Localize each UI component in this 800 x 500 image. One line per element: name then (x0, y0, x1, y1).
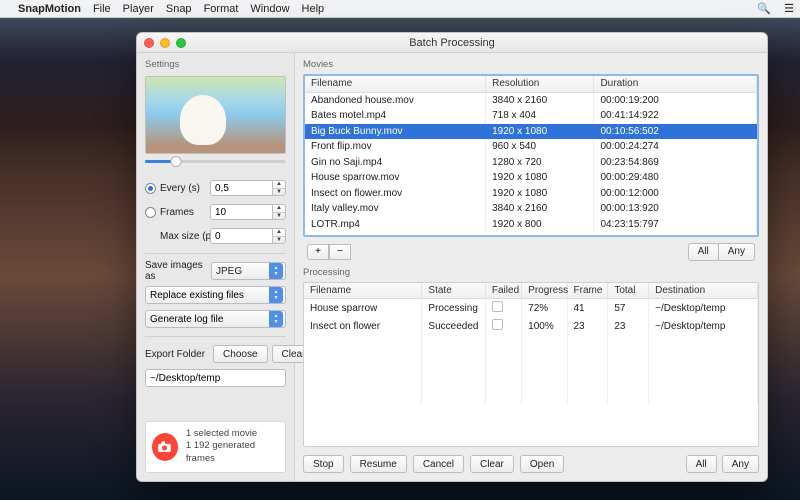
table-row[interactable]: Insect on flower.mov1920 x 108000:00:12:… (305, 186, 757, 202)
menu-window[interactable]: Window (250, 3, 289, 15)
status-panel: 1 selected movie 1 192 generated frames (145, 421, 286, 473)
status-line-2: 1 192 generated frames (186, 440, 279, 466)
movies-label: Movies (303, 59, 759, 70)
titlebar[interactable]: Batch Processing (137, 33, 767, 53)
movies-table[interactable]: Filename Resolution Duration Abandoned h… (303, 74, 759, 237)
menu-format[interactable]: Format (204, 3, 239, 15)
failed-checkbox[interactable] (492, 301, 503, 312)
camera-icon (152, 433, 178, 461)
table-row[interactable]: Insect on flowerSucceeded100%2323~/Deskt… (304, 317, 758, 335)
table-row[interactable]: LOTR.mp41920 x 80004:23:15:797 (305, 217, 757, 233)
settings-sidebar: Settings Every (s) ▲▼ Frames (137, 53, 295, 481)
table-row[interactable]: Bates motel.mp4718 x 40400:41:14:922 (305, 108, 757, 124)
scrub-slider[interactable] (145, 160, 286, 163)
every-stepper[interactable]: ▲▼ (210, 180, 286, 196)
video-preview[interactable] (145, 76, 286, 154)
failed-checkbox[interactable] (492, 319, 503, 330)
minimize-icon[interactable] (160, 38, 170, 48)
every-radio[interactable] (145, 183, 156, 194)
pcol-failed[interactable]: Failed (485, 283, 521, 299)
main-panel: Movies Filename Resolution Duration Aban… (295, 53, 767, 481)
window-title: Batch Processing (409, 37, 495, 49)
table-row[interactable]: Front flip.mov960 x 54000:00:24:274 (305, 139, 757, 155)
frames-input[interactable] (210, 204, 273, 220)
app-menu[interactable]: SnapMotion (18, 3, 81, 15)
pcol-filename[interactable]: Filename (304, 283, 422, 299)
table-row[interactable]: Abandoned house.mov3840 x 216000:00:19:2… (305, 93, 757, 109)
maxsize-input[interactable] (210, 228, 273, 244)
export-folder-label: Export Folder (145, 349, 205, 360)
frames-label: Frames (160, 207, 206, 218)
table-row[interactable]: Italy valley.mov3840 x 216000:00:13:920 (305, 201, 757, 217)
replace-select[interactable]: Replace existing files (145, 286, 286, 304)
movies-any-button[interactable]: Any (718, 243, 755, 261)
save-as-label: Save images as (145, 260, 207, 282)
processing-all-button[interactable]: All (686, 455, 717, 473)
every-label: Every (s) (160, 183, 206, 194)
table-row[interactable]: House sparrowProcessing72%4157~/Desktop/… (304, 299, 758, 317)
col-resolution[interactable]: Resolution (486, 76, 594, 92)
pcol-total[interactable]: Total (608, 283, 649, 299)
processing-label: Processing (303, 267, 759, 278)
batch-processing-window: Batch Processing Settings Every (s) ▲▼ (136, 32, 768, 482)
processing-any-button[interactable]: Any (722, 455, 759, 473)
menu-snap[interactable]: Snap (166, 3, 192, 15)
cancel-button[interactable]: Cancel (413, 455, 464, 473)
menu-file[interactable]: File (93, 3, 111, 15)
col-filename[interactable]: Filename (305, 76, 486, 92)
pcol-destination[interactable]: Destination (649, 283, 758, 299)
remove-movie-button[interactable]: − (329, 244, 351, 260)
col-duration[interactable]: Duration (594, 76, 757, 92)
table-row[interactable]: House sparrow.mov1920 x 108000:00:29:480 (305, 170, 757, 186)
maxsize-stepper[interactable]: ▲▼ (210, 228, 286, 244)
stop-button[interactable]: Stop (303, 455, 344, 473)
open-button[interactable]: Open (520, 455, 564, 473)
clear-button[interactable]: Clear (470, 455, 514, 473)
save-as-select[interactable]: JPEG (211, 262, 286, 280)
choose-button[interactable]: Choose (213, 345, 267, 363)
menu-extras-icon[interactable]: ☰ (784, 3, 794, 15)
menu-player[interactable]: Player (123, 3, 154, 15)
processing-table[interactable]: Filename State Failed Progress Frame Tot… (303, 282, 759, 448)
frames-stepper[interactable]: ▲▼ (210, 204, 286, 220)
menu-help[interactable]: Help (302, 3, 325, 15)
pcol-progress[interactable]: Progress (522, 283, 567, 299)
movies-all-button[interactable]: All (688, 243, 719, 261)
frames-radio[interactable] (145, 207, 156, 218)
status-line-1: 1 selected movie (186, 428, 279, 441)
zoom-icon[interactable] (176, 38, 186, 48)
pcol-frame[interactable]: Frame (567, 283, 608, 299)
settings-label: Settings (145, 59, 286, 70)
log-select[interactable]: Generate log file (145, 310, 286, 328)
processing-toolbar: Stop Resume Cancel Clear Open All Any (303, 451, 759, 473)
table-row[interactable]: Big Buck Bunny.mov1920 x 108000:10:56:50… (305, 124, 757, 140)
every-input[interactable] (210, 180, 273, 196)
table-row[interactable]: Gin no Saji.mp41280 x 72000:23:54:869 (305, 155, 757, 171)
close-icon[interactable] (144, 38, 154, 48)
spotlight-icon[interactable]: 🔍 (757, 3, 771, 15)
export-path-input[interactable] (145, 369, 286, 387)
menu-bar: SnapMotion File Player Snap Format Windo… (0, 0, 800, 18)
pcol-state[interactable]: State (422, 283, 485, 299)
maxsize-label: Max size (px) (160, 231, 206, 242)
add-movie-button[interactable]: + (307, 244, 329, 260)
resume-button[interactable]: Resume (350, 455, 407, 473)
